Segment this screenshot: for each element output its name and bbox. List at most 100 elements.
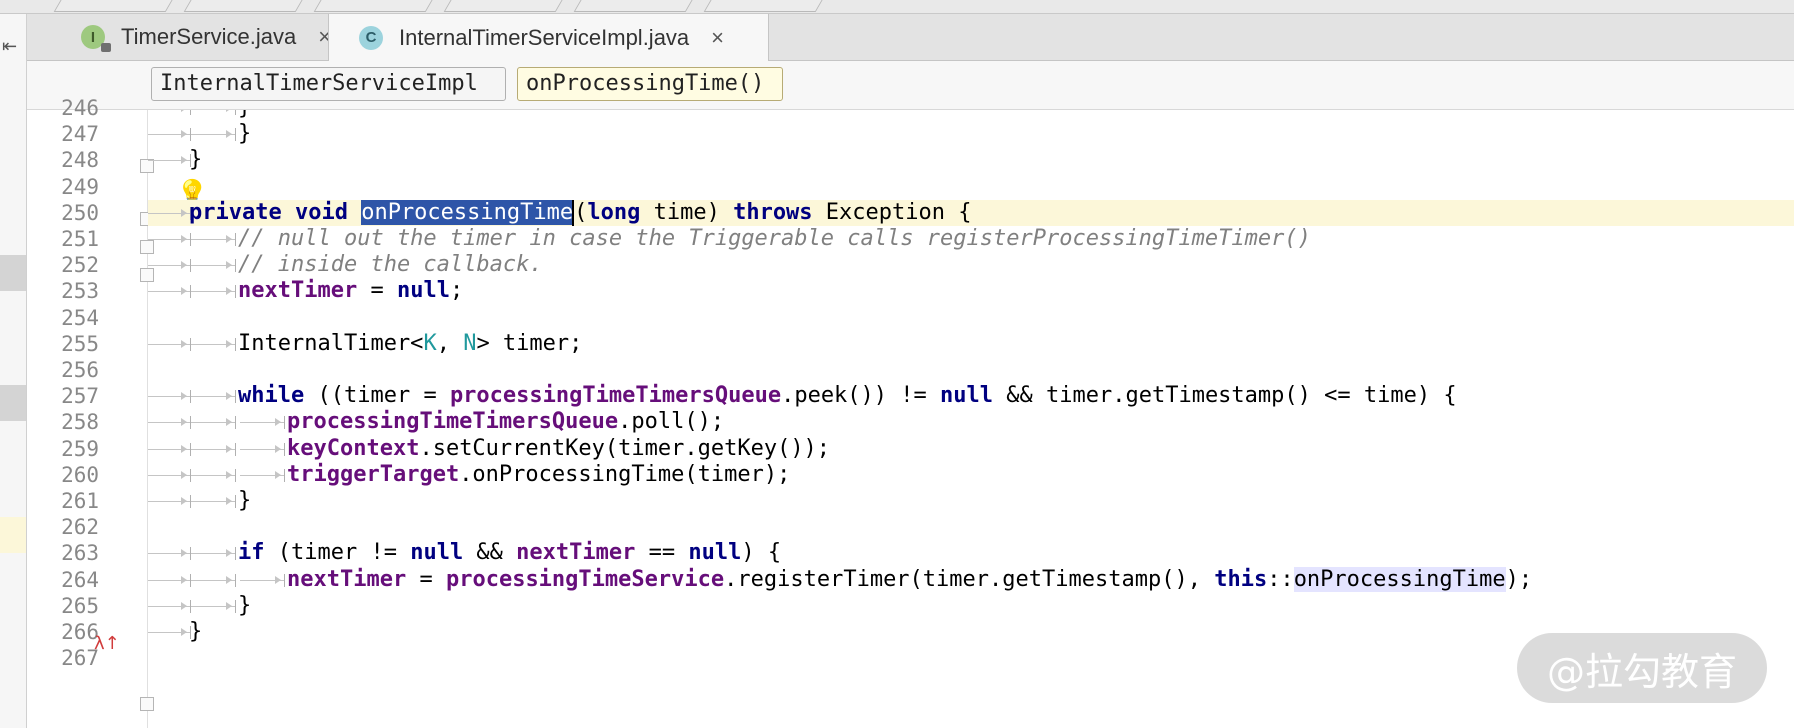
code-token: ); bbox=[1505, 566, 1533, 592]
line-number: 265 bbox=[61, 593, 99, 618]
whitespace-marker bbox=[191, 416, 236, 430]
whitespace-marker bbox=[191, 442, 236, 456]
whitespace-marker bbox=[191, 337, 236, 351]
code-token: throws bbox=[733, 199, 813, 225]
line-number: 260 bbox=[61, 462, 99, 487]
whitespace-marker bbox=[191, 547, 236, 561]
line-number: 262 bbox=[61, 515, 99, 540]
line-number: 250 bbox=[61, 200, 99, 225]
code-token: while bbox=[238, 383, 305, 409]
code-text: InternalTimer<K, N> timer; bbox=[238, 331, 582, 357]
nav-crumb[interactable] bbox=[313, 0, 439, 12]
tab-internaltimerserviceimpl[interactable]: C InternalTimerServiceImpl.java × bbox=[328, 14, 769, 61]
line-number: 253 bbox=[61, 279, 99, 304]
code-line[interactable]: triggerTarget.onProcessingTime(timer); bbox=[148, 462, 1794, 488]
watermark: @拉勾教育 bbox=[1517, 633, 1767, 703]
whitespace-marker bbox=[191, 259, 236, 273]
whitespace-marker bbox=[148, 233, 191, 247]
code-line[interactable]: InternalTimer<K, N> timer; bbox=[148, 331, 1794, 357]
class-icon: C bbox=[359, 25, 383, 50]
code-token: triggerTarget bbox=[287, 461, 460, 487]
code-line[interactable]: // inside the callback. bbox=[148, 252, 1794, 278]
code-token: K bbox=[423, 330, 437, 356]
code-token: .setCurrentKey(timer.getKey()); bbox=[419, 435, 831, 461]
code-text: keyContext.setCurrentKey(timer.getKey())… bbox=[287, 436, 830, 462]
code-line[interactable] bbox=[148, 514, 1794, 540]
code-token: onProcessingTime bbox=[361, 199, 574, 225]
code-token: ) { bbox=[741, 540, 782, 566]
line-number: 249 bbox=[61, 174, 99, 199]
nav-crumb[interactable] bbox=[183, 0, 309, 12]
nav-crumb[interactable] bbox=[703, 0, 829, 12]
whitespace-marker bbox=[148, 599, 191, 613]
code-line[interactable]: keyContext.setCurrentKey(timer.getKey())… bbox=[148, 436, 1794, 462]
code-line[interactable]: private void onProcessingTime(long time)… bbox=[148, 199, 1794, 226]
code-line[interactable]: } bbox=[148, 121, 1794, 147]
line-number-gutter[interactable]: 246 247 248 249 250 251 252 253 254 255 256 257 258 2… bbox=[27, 96, 148, 728]
code-line[interactable]: if (timer != null && nextTimer == null) … bbox=[148, 540, 1794, 566]
tab-timerservice[interactable]: I TimerService.java × bbox=[51, 14, 351, 60]
code-text: // null out the timer in case the Trigge… bbox=[238, 226, 1311, 252]
code-token: // inside the callback. bbox=[238, 252, 543, 278]
code-text: while ((timer = processingTimeTimersQueu… bbox=[238, 383, 1457, 409]
code-line[interactable]: processingTimeTimersQueue.poll(); bbox=[148, 409, 1794, 435]
breadcrumb-class[interactable]: InternalTimerServiceImpl bbox=[151, 67, 506, 101]
line-number: 255 bbox=[61, 331, 99, 356]
code-line[interactable]: } bbox=[148, 147, 1794, 173]
code-line[interactable] bbox=[148, 357, 1794, 383]
nav-crumb[interactable] bbox=[443, 0, 569, 12]
left-tool-strip: ⇤ bbox=[0, 14, 27, 728]
line-number: 259 bbox=[61, 436, 99, 461]
code-token: } bbox=[238, 110, 251, 120]
code-line[interactable]: } bbox=[148, 110, 1794, 121]
code-token: = bbox=[406, 566, 446, 592]
code-token: .registerTimer(timer.getTimestamp(), bbox=[724, 566, 1215, 592]
code-text: private void onProcessingTime(long time)… bbox=[189, 199, 972, 226]
whitespace-marker bbox=[148, 416, 191, 430]
scroll-marker bbox=[0, 385, 26, 421]
line-number: 267 bbox=[61, 646, 99, 671]
whitespace-marker bbox=[148, 442, 191, 456]
code-token: .onProcessingTime(timer); bbox=[459, 461, 791, 487]
line-number: 256 bbox=[61, 358, 99, 382]
close-icon[interactable]: × bbox=[711, 25, 724, 51]
code-line[interactable]: while ((timer = processingTimeTimersQueu… bbox=[148, 383, 1794, 409]
nav-crumb[interactable] bbox=[53, 0, 179, 12]
code-line[interactable]: nextTimer = null; bbox=[148, 278, 1794, 304]
code-token: null bbox=[410, 540, 464, 566]
collapse-arrow-icon[interactable]: ⇤ bbox=[2, 36, 17, 57]
breadcrumb-method[interactable]: onProcessingTime() bbox=[517, 67, 783, 101]
whitespace-marker bbox=[148, 626, 191, 640]
code-line[interactable]: } bbox=[148, 593, 1794, 619]
code-token: // null out the timer in case the Trigge… bbox=[238, 226, 1311, 251]
line-number: 248 bbox=[61, 148, 99, 173]
interface-icon: I bbox=[81, 25, 111, 52]
code-line[interactable]: nextTimer = processingTimeService.regist… bbox=[148, 566, 1794, 593]
code-line[interactable]: } bbox=[148, 488, 1794, 514]
code-line[interactable] bbox=[148, 305, 1794, 331]
code-line[interactable]: // null out the timer in case the Trigge… bbox=[148, 226, 1794, 252]
code-text: } bbox=[238, 593, 251, 619]
whitespace-marker bbox=[191, 599, 236, 613]
code-token: null bbox=[940, 383, 994, 409]
lambda-override-icon[interactable]: λ↑ bbox=[94, 633, 120, 654]
whitespace-marker bbox=[191, 573, 236, 587]
whitespace-marker bbox=[191, 468, 236, 482]
code-text: } bbox=[189, 619, 202, 645]
whitespace-marker bbox=[191, 285, 236, 299]
line-number: 264 bbox=[61, 567, 99, 592]
code-token: == bbox=[635, 540, 689, 566]
scroll-marker bbox=[0, 255, 26, 291]
line-number: 266 bbox=[61, 620, 99, 644]
nav-crumb[interactable] bbox=[573, 0, 699, 12]
line-number: 258 bbox=[61, 410, 99, 435]
code-token: } bbox=[238, 121, 252, 147]
code-line[interactable] bbox=[148, 174, 1794, 200]
code-token: = bbox=[357, 278, 397, 304]
code-token: nextTimer bbox=[238, 278, 358, 304]
whitespace-marker bbox=[148, 337, 191, 351]
navigation-bar-strip bbox=[0, 0, 1794, 14]
code-token: processingTimeTimersQueue bbox=[287, 409, 619, 435]
line-number: 254 bbox=[61, 305, 99, 330]
